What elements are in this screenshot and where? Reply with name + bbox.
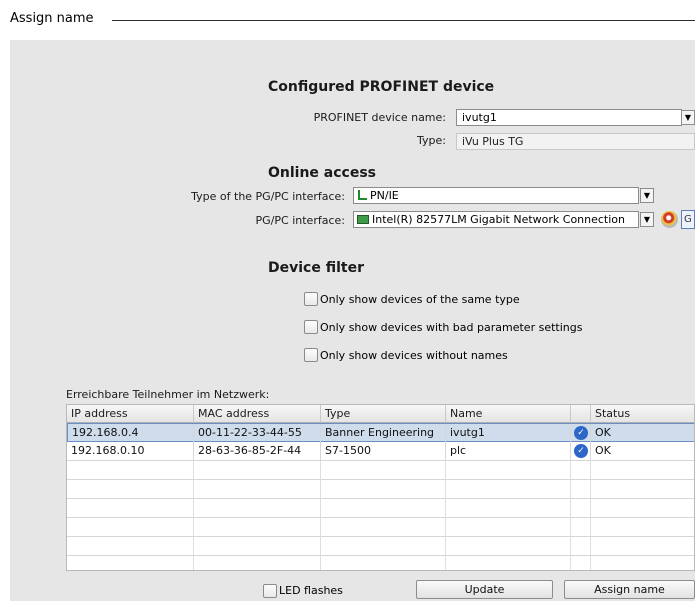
- column-divider: [445, 461, 446, 570]
- led-flashes-label[interactable]: LED flashes: [279, 584, 343, 597]
- row-type: S7-1500: [321, 442, 446, 461]
- row-name: ivutg1: [446, 424, 571, 443]
- same-type-checkbox[interactable]: [304, 292, 318, 306]
- column-header-name[interactable]: Name: [446, 405, 571, 423]
- column-divider: [320, 461, 321, 570]
- chevron-down-icon: ▼: [643, 191, 651, 200]
- interface-type-label: Type of the PG/PC interface:: [191, 190, 345, 203]
- connect-button-label: G: [684, 214, 692, 225]
- led-flashes-checkbox[interactable]: [263, 584, 277, 598]
- row-status-icon-cell: ✓: [571, 424, 591, 443]
- device-name-label: PROFINET device name:: [313, 111, 446, 124]
- interface-type-dropdown-button[interactable]: ▼: [640, 188, 654, 203]
- table-row-empty: [67, 480, 694, 499]
- device-type-value: iVu Plus TG: [462, 135, 524, 148]
- column-divider: [193, 461, 194, 570]
- title-bar: Assign name: [0, 0, 695, 40]
- interface-combobox[interactable]: Intel(R) 82577LM Gigabit Network Connect…: [353, 211, 639, 228]
- table-row-empty: [67, 461, 694, 480]
- without-names-label[interactable]: Only show devices without names: [320, 349, 508, 362]
- table-row-empty: [67, 556, 694, 570]
- column-header-ip[interactable]: IP address: [67, 405, 194, 423]
- interface-type-value: PN/IE: [370, 189, 399, 202]
- status-ok-icon: ✓: [574, 444, 588, 458]
- device-name-combobox[interactable]: ivutg1: [456, 109, 682, 126]
- configured-device-heading: Configured PROFINET device: [268, 79, 495, 95]
- bad-parameters-label[interactable]: Only show devices with bad parameter set…: [320, 321, 582, 334]
- device-filter-heading: Device filter: [268, 260, 364, 276]
- interface-dropdown-button[interactable]: ▼: [640, 212, 654, 227]
- device-type-field: iVu Plus TG: [456, 133, 695, 150]
- table-row[interactable]: 192.168.0.4 00-11-22-33-44-55 Banner Eng…: [67, 423, 694, 443]
- device-name-value: ivutg1: [462, 111, 497, 124]
- column-header-status[interactable]: Status: [591, 405, 694, 423]
- online-access-heading: Online access: [268, 165, 377, 181]
- type-label: Type:: [417, 134, 446, 147]
- column-header-mac[interactable]: MAC address: [194, 405, 321, 423]
- table-row-empty: [67, 499, 694, 518]
- bad-parameters-checkbox[interactable]: [304, 320, 318, 334]
- row-ip: 192.168.0.10: [67, 442, 194, 461]
- chevron-down-icon: ▼: [684, 113, 692, 122]
- column-divider: [590, 461, 591, 570]
- interface-label: PG/PC interface:: [255, 214, 345, 227]
- device-name-dropdown-button[interactable]: ▼: [681, 110, 695, 125]
- assign-name-button[interactable]: Assign name: [564, 580, 695, 599]
- row-mac: 28-63-36-85-2F-44: [194, 442, 321, 461]
- column-header-status-icon[interactable]: [571, 405, 591, 423]
- interface-properties-icon[interactable]: [661, 211, 678, 228]
- interface-type-combobox[interactable]: PN/IE: [353, 187, 639, 204]
- window-title: Assign name: [10, 11, 94, 26]
- row-status: OK: [595, 444, 611, 457]
- column-divider: [570, 461, 571, 570]
- network-devices-caption: Erreichbare Teilnehmer im Netzwerk:: [66, 388, 270, 401]
- row-status-icon-cell: ✓: [571, 442, 591, 461]
- network-card-icon: [357, 215, 369, 224]
- table-row-empty: [67, 518, 694, 537]
- column-header-type[interactable]: Type: [321, 405, 446, 423]
- table-row-empty: [67, 537, 694, 556]
- chevron-down-icon: ▼: [643, 215, 651, 224]
- same-type-label[interactable]: Only show devices of the same type: [320, 293, 520, 306]
- title-divider: [112, 20, 695, 21]
- connect-button[interactable]: G: [681, 210, 695, 229]
- update-button[interactable]: Update: [416, 580, 553, 599]
- table-row[interactable]: 192.168.0.10 28-63-36-85-2F-44 S7-1500 p…: [67, 442, 694, 461]
- row-ip: 192.168.0.4: [68, 424, 194, 443]
- row-name: plc: [446, 442, 571, 461]
- network-devices-table[interactable]: IP address MAC address Type Name Status …: [66, 404, 695, 571]
- interface-value: Intel(R) 82577LM Gigabit Network Connect…: [372, 213, 625, 226]
- status-ok-icon: ✓: [574, 426, 588, 440]
- row-type: Banner Engineering: [321, 424, 446, 443]
- network-port-icon: [358, 190, 367, 200]
- row-status: OK: [595, 426, 611, 439]
- row-mac: 00-11-22-33-44-55: [194, 424, 321, 443]
- without-names-checkbox[interactable]: [304, 348, 318, 362]
